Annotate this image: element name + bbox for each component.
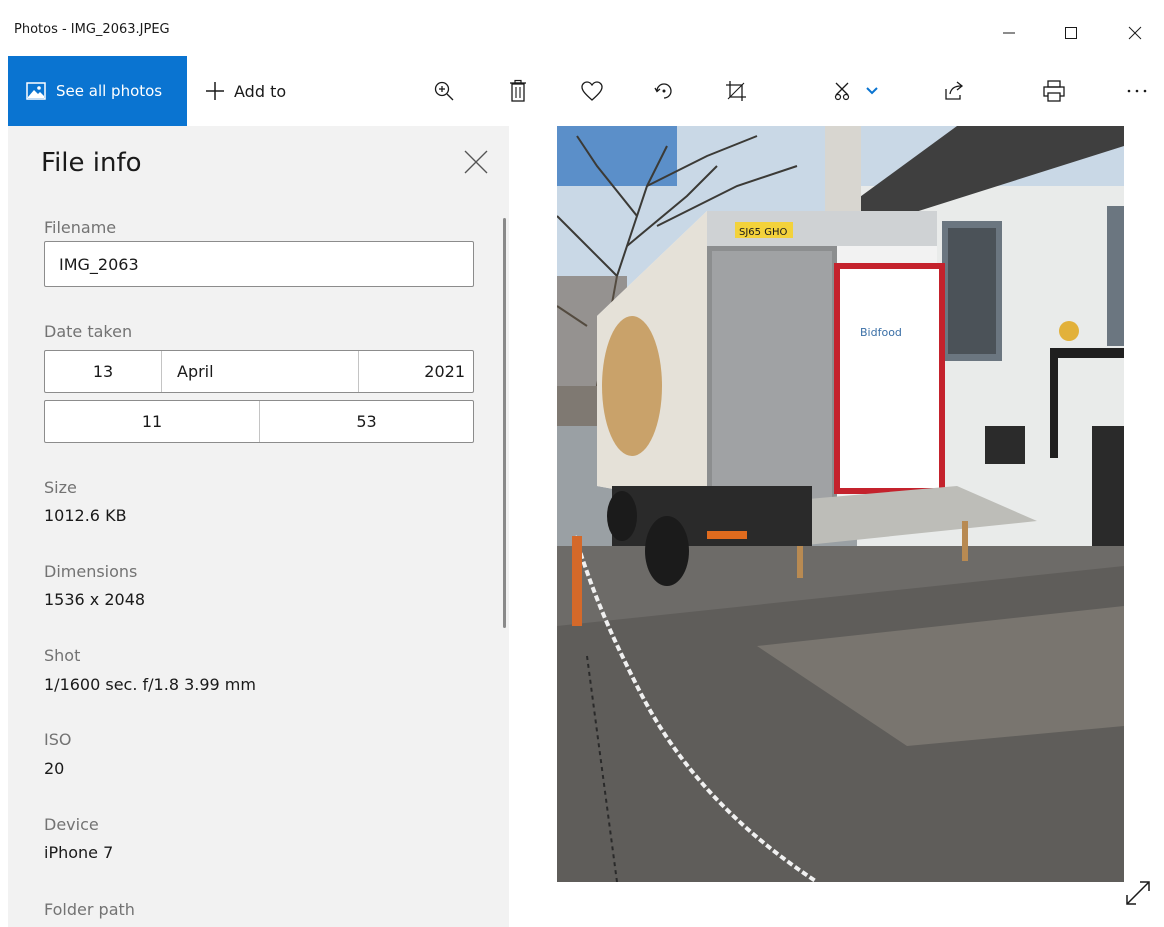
plus-icon — [206, 82, 224, 100]
folder-path-label: Folder path — [44, 900, 135, 919]
minimize-icon — [1003, 32, 1015, 34]
title-bar: Photos - IMG_2063.JPEG — [0, 0, 1164, 56]
dimensions-value: 1536 x 2048 — [44, 590, 146, 609]
close-window-button[interactable] — [1112, 16, 1158, 50]
brand-text: Bidfood — [860, 326, 902, 339]
date-month-field[interactable]: April — [162, 351, 359, 392]
crop-button[interactable] — [721, 76, 751, 106]
rotate-button[interactable] — [649, 76, 679, 106]
maximize-icon — [1065, 27, 1077, 39]
iso-label: ISO — [44, 730, 72, 749]
time-picker[interactable]: 11 53 — [44, 400, 474, 443]
filename-value: IMG_2063 — [59, 254, 139, 274]
minimize-button[interactable] — [986, 16, 1032, 50]
file-info-panel: File info Filename IMG_2063 Date taken 1… — [8, 126, 509, 927]
time-minute-value: 53 — [356, 412, 377, 431]
see-all-photos-label: See all photos — [56, 82, 163, 100]
toolbar: See all photos Add to — [0, 56, 1164, 126]
edit-create-button[interactable] — [826, 76, 886, 106]
expand-button[interactable] — [1123, 878, 1153, 908]
photos-icon — [26, 82, 46, 100]
size-value: 1012.6 KB — [44, 506, 127, 525]
more-button[interactable] — [1122, 76, 1152, 106]
heart-icon — [581, 81, 603, 101]
date-year-field[interactable]: 2021 — [359, 351, 473, 392]
close-icon — [1128, 26, 1142, 40]
add-to-button[interactable]: Add to — [204, 56, 286, 126]
dimensions-label: Dimensions — [44, 562, 138, 581]
date-year-value: 2021 — [424, 362, 465, 381]
more-icon — [1127, 89, 1147, 93]
shot-value: 1/1600 sec. f/1.8 3.99 mm — [44, 675, 256, 694]
photo-image: SJ65 GHO Bidfood — [557, 126, 1124, 882]
device-value: iPhone 7 — [44, 843, 114, 862]
time-minute-field[interactable]: 53 — [260, 401, 473, 442]
date-day-value: 13 — [92, 362, 114, 381]
iso-value: 20 — [44, 759, 65, 778]
maximize-button[interactable] — [1048, 16, 1094, 50]
rotate-icon — [654, 83, 672, 99]
shot-label: Shot — [44, 646, 81, 665]
photo-viewer[interactable]: SJ65 GHO Bidfood — [557, 126, 1124, 882]
window-title: Photos - IMG_2063.JPEG — [14, 22, 170, 37]
close-panel-button[interactable] — [462, 148, 490, 176]
printer-icon — [1043, 80, 1065, 102]
date-taken-label: Date taken — [44, 322, 133, 341]
share-button[interactable] — [939, 76, 969, 106]
print-button[interactable] — [1039, 76, 1069, 106]
share-icon — [945, 81, 964, 100]
panel-scrollbar[interactable] — [503, 218, 506, 628]
edit-tools-icon — [834, 82, 850, 101]
add-to-label: Add to — [234, 81, 287, 101]
plate-text: SJ65 GHO — [739, 227, 787, 238]
see-all-photos-button[interactable]: See all photos — [8, 56, 187, 126]
date-day-field[interactable]: 13 — [45, 351, 162, 392]
time-hour-field[interactable]: 11 — [45, 401, 260, 442]
close-icon — [464, 150, 488, 174]
date-picker[interactable]: 13 April 2021 — [44, 350, 474, 393]
filename-input[interactable]: IMG_2063 — [44, 241, 474, 287]
trash-icon — [510, 79, 526, 102]
panel-title: File info — [41, 148, 142, 178]
time-hour-value: 11 — [141, 412, 163, 431]
delete-button[interactable] — [503, 76, 533, 106]
size-label: Size — [44, 478, 77, 497]
date-month-value: April — [177, 362, 214, 381]
zoom-button[interactable] — [429, 76, 459, 106]
device-label: Device — [44, 815, 99, 834]
favorite-button[interactable] — [577, 76, 607, 106]
expand-icon — [1126, 881, 1150, 905]
zoom-in-icon — [434, 81, 454, 101]
chevron-down-icon — [866, 87, 878, 95]
crop-icon — [726, 81, 746, 101]
filename-label: Filename — [44, 218, 117, 237]
